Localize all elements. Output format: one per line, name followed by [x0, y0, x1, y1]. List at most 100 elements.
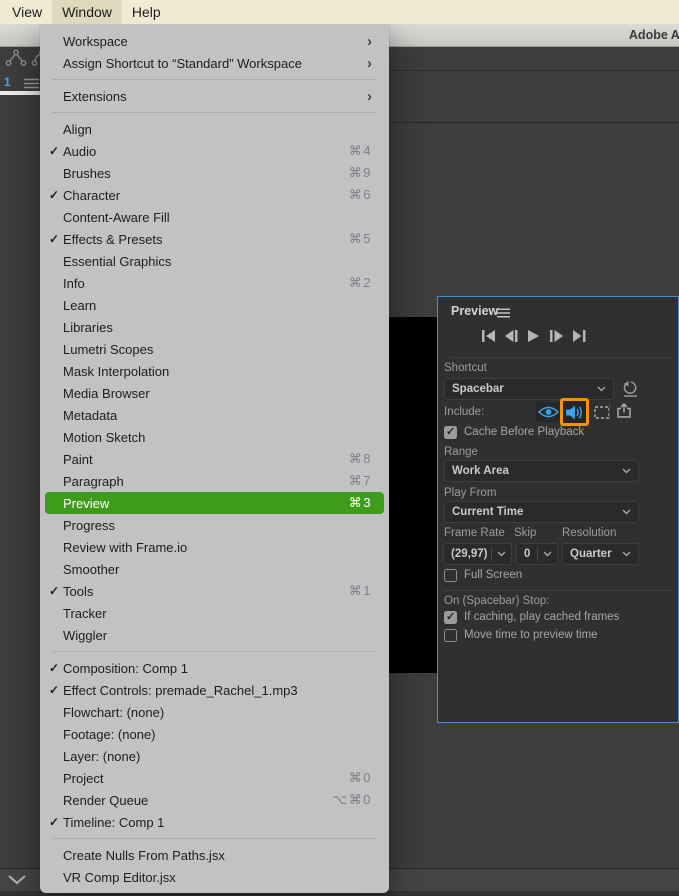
- menu-item-brushes[interactable]: Brushes ⌘9: [45, 162, 384, 184]
- menu-item-vr-comp-editor-jsx[interactable]: VR Comp Editor.jsx: [45, 866, 384, 888]
- menu-item-lumetri-scopes[interactable]: Lumetri Scopes: [45, 338, 384, 360]
- menubar-item-view[interactable]: View: [0, 0, 52, 24]
- reset-icon[interactable]: [622, 381, 639, 397]
- menu-item-preview[interactable]: Preview ⌘3: [45, 492, 384, 514]
- first-frame-button[interactable]: [482, 330, 495, 342]
- menu-item-libraries[interactable]: Libraries: [45, 316, 384, 338]
- menu-item-label: Footage: (none): [63, 726, 156, 742]
- checkbox-box[interactable]: [444, 425, 457, 439]
- menu-item-timeline-comp-1[interactable]: Timeline: Comp 1: [45, 811, 384, 833]
- dropdown-value: 0: [524, 548, 531, 560]
- menu-item-footage-none[interactable]: Footage: (none): [45, 723, 384, 745]
- range-dropdown[interactable]: Work Area: [444, 460, 639, 482]
- checkbox-move-time-to-preview-time[interactable]: Move time to preview time: [444, 628, 598, 642]
- menubar-item-window[interactable]: Window: [52, 0, 122, 24]
- menu-item-info[interactable]: Info ⌘2: [45, 272, 384, 294]
- menu-item-align[interactable]: Align: [45, 118, 384, 140]
- checkbox-full-screen[interactable]: Full Screen: [444, 568, 522, 582]
- divider: [491, 547, 493, 561]
- menu-separator: [52, 651, 377, 652]
- frame-rate-dropdown[interactable]: (29,97): [443, 543, 512, 565]
- frame-rate-label: Frame Rate: [444, 527, 505, 539]
- menu-item-effect-controls-premade-rachel-1-mp3[interactable]: Effect Controls: premade_Rachel_1.mp3: [45, 679, 384, 701]
- menu-item-render-queue[interactable]: Render Queue ⌥⌘0: [45, 789, 384, 811]
- checkbox-box[interactable]: [444, 628, 457, 642]
- menu-item-label: Info: [63, 275, 85, 291]
- menu-separator: [52, 112, 377, 113]
- menu-item-layer-none[interactable]: Layer: (none): [45, 745, 384, 767]
- include-audio-toggle-highlighted[interactable]: [560, 398, 589, 426]
- menu-item-progress[interactable]: Progress: [45, 514, 384, 536]
- checkmark-icon: [45, 815, 63, 829]
- checkbox-cache-before-playback[interactable]: Cache Before Playback: [444, 425, 584, 439]
- menu-item-tools[interactable]: Tools ⌘1: [45, 580, 384, 602]
- checkbox-box[interactable]: [444, 610, 457, 624]
- play-from-dropdown[interactable]: Current Time: [444, 501, 639, 523]
- menu-item-tracker[interactable]: Tracker: [45, 602, 384, 624]
- menu-item-smoother[interactable]: Smoother: [45, 558, 384, 580]
- menu-item-label: Media Browser: [63, 385, 150, 401]
- timeline-menu-icon[interactable]: [24, 78, 39, 89]
- menu-item-learn[interactable]: Learn: [45, 294, 384, 316]
- previous-frame-button[interactable]: [505, 330, 518, 342]
- menu-item-paragraph[interactable]: Paragraph ⌘7: [45, 470, 384, 492]
- menu-item-label: Effects & Presets: [63, 231, 163, 247]
- panel-menu-icon[interactable]: [497, 308, 510, 318]
- resolution-label: Resolution: [562, 527, 617, 539]
- checkbox-box[interactable]: [444, 568, 457, 582]
- next-frame-button[interactable]: [550, 330, 563, 342]
- menu-item-composition-comp-1[interactable]: Composition: Comp 1: [45, 657, 384, 679]
- checkbox-if-caching-play-cached-frames[interactable]: If caching, play cached frames: [444, 610, 619, 624]
- chevron-down-icon: [597, 386, 606, 392]
- menu-item-create-nulls-from-paths-jsx[interactable]: Create Nulls From Paths.jsx: [45, 844, 384, 866]
- menu-item-flowchart-none[interactable]: Flowchart: (none): [45, 701, 384, 723]
- menu-item-extensions[interactable]: Extensions: [45, 85, 384, 107]
- chevron-down-icon[interactable]: [7, 874, 27, 885]
- menu-item-paint[interactable]: Paint ⌘8: [45, 448, 384, 470]
- checkmark-icon: [45, 683, 63, 697]
- menu-item-content-aware-fill[interactable]: Content-Aware Fill: [45, 206, 384, 228]
- menu-item-label: Libraries: [63, 319, 113, 335]
- menu-item-label: Brushes: [63, 165, 111, 181]
- eye-icon: [538, 406, 559, 418]
- menu-item-label: Paint: [63, 451, 93, 467]
- resolution-dropdown[interactable]: Quarter: [562, 543, 639, 565]
- menu-item-shortcut: ⌘1: [348, 583, 372, 598]
- menu-item-label: Paragraph: [63, 473, 124, 489]
- skip-dropdown[interactable]: 0: [516, 543, 558, 565]
- last-frame-button[interactable]: [573, 330, 586, 342]
- play-button[interactable]: [528, 330, 540, 342]
- macos-menubar: View Window Help: [0, 0, 679, 24]
- window-menu: Workspace Assign Shortcut to “Standard” W…: [40, 24, 389, 893]
- shortcut-dropdown[interactable]: Spacebar: [444, 378, 614, 400]
- menu-item-wiggler[interactable]: Wiggler: [45, 624, 384, 646]
- menu-item-label: Learn: [63, 297, 97, 313]
- menu-item-label: Extensions: [63, 88, 127, 104]
- menu-item-audio[interactable]: Audio ⌘4: [45, 140, 384, 162]
- chevron-down-icon: [543, 551, 552, 557]
- divider: [609, 403, 610, 420]
- checkmark-icon: [45, 188, 63, 202]
- menu-item-shortcut: ⌘6: [348, 187, 372, 202]
- menu-item-label: Metadata: [63, 407, 118, 423]
- screen: Adobe Af 1 View Window Help Workspace Ass…: [0, 0, 679, 896]
- include-video-toggle[interactable]: [536, 402, 561, 422]
- node-tool-icon[interactable]: [5, 49, 27, 67]
- menu-item-media-browser[interactable]: Media Browser: [45, 382, 384, 404]
- menu-item-mask-interpolation[interactable]: Mask Interpolation: [45, 360, 384, 382]
- menu-item-character[interactable]: Character ⌘6: [45, 184, 384, 206]
- share-icon[interactable]: [616, 403, 632, 419]
- preview-panel: Preview Shortcut Spacebar Include: ✓ Cac…: [437, 296, 679, 723]
- menu-item-motion-sketch[interactable]: Motion Sketch: [45, 426, 384, 448]
- menu-item-effects-presets[interactable]: Effects & Presets ⌘5: [45, 228, 384, 250]
- menubar-item-help[interactable]: Help: [122, 0, 171, 24]
- menu-item-review-with-frame-io[interactable]: Review with Frame.io: [45, 536, 384, 558]
- timeline-tab-number[interactable]: 1: [4, 75, 11, 89]
- menu-item-metadata[interactable]: Metadata: [45, 404, 384, 426]
- menu-item-project[interactable]: Project ⌘0: [45, 767, 384, 789]
- menu-item-essential-graphics[interactable]: Essential Graphics: [45, 250, 384, 272]
- menu-item-assign-shortcut-to-standard-workspace[interactable]: Assign Shortcut to “Standard” Workspace: [45, 52, 384, 74]
- menu-item-label: Workspace: [63, 33, 128, 49]
- menu-item-workspace[interactable]: Workspace: [45, 30, 384, 52]
- checkbox-label: Move time to preview time: [464, 629, 598, 641]
